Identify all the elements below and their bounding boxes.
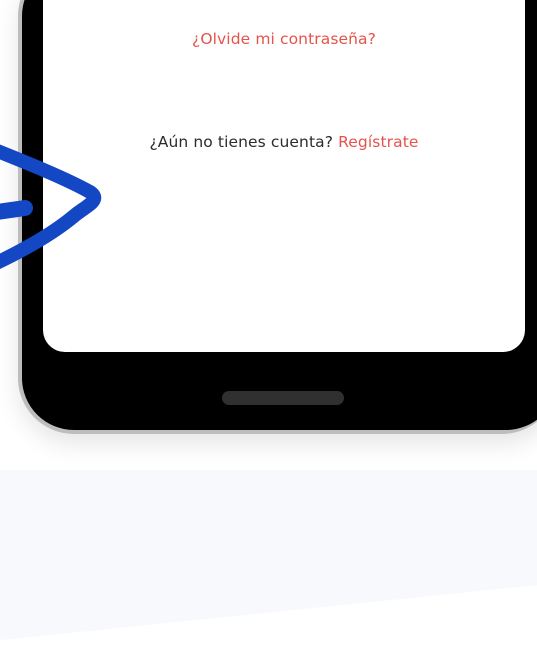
forgot-password-link[interactable]: ¿Olvide mi contraseña?	[43, 30, 525, 48]
marketing-stage: ¿Olvide mi contraseña? ¿Aún no tienes cu…	[0, 0, 537, 657]
arrow-pointer-icon	[0, 144, 102, 270]
signup-prompt: ¿Aún no tienes cuenta?	[149, 133, 334, 151]
home-indicator	[222, 391, 344, 405]
signup-link[interactable]: Regístrate	[338, 133, 418, 151]
